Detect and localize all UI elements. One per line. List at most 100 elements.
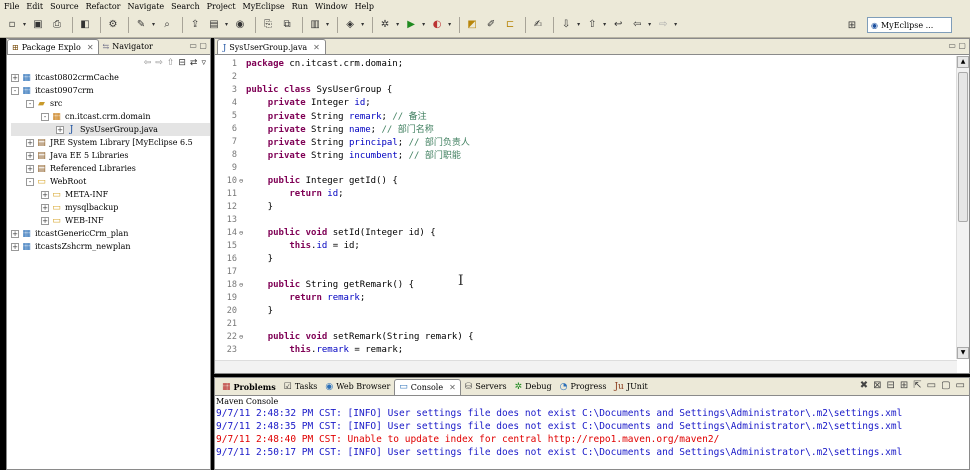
tab-debug[interactable]: ✲ Debug bbox=[511, 379, 556, 395]
expand-icon[interactable]: + bbox=[26, 151, 34, 160]
horizontal-scrollbar[interactable] bbox=[215, 360, 957, 373]
last-edit-icon[interactable]: ↩ bbox=[610, 17, 626, 33]
task-dropdown-icon[interactable]: ▾ bbox=[361, 21, 364, 28]
tree-item[interactable]: - ▰ src bbox=[11, 97, 210, 110]
save-icon[interactable]: ▣ bbox=[30, 17, 46, 33]
highlight-icon[interactable]: ✍ bbox=[530, 17, 546, 33]
minimize-maximize-icons[interactable]: ▭ ▢ bbox=[189, 41, 207, 50]
scroll-up-icon[interactable]: ▲ bbox=[957, 56, 969, 68]
close-icon[interactable]: ✕ bbox=[313, 43, 320, 52]
terminate-icon[interactable]: ✖ bbox=[860, 380, 868, 391]
scroll-down-icon[interactable]: ▼ bbox=[957, 347, 969, 359]
run-icon[interactable]: ▶ bbox=[403, 17, 419, 33]
up-icon[interactable]: ⇧ bbox=[167, 58, 175, 68]
tab-navigator[interactable]: ⇆ Navigator bbox=[99, 39, 157, 54]
next-annotation-dropdown-icon[interactable]: ▾ bbox=[577, 21, 580, 28]
perspective-button[interactable]: ◉ MyEclipse ... bbox=[867, 17, 952, 33]
tree-item[interactable]: + ▦ itcastGenericCrm_plan bbox=[11, 227, 210, 240]
open-file-icon[interactable]: ⧉ bbox=[279, 17, 295, 33]
tree-item[interactable]: + ▤ JRE System Library [MyEclipse 6.5 bbox=[11, 136, 210, 149]
tree-item[interactable]: + ▦ itcast0802crmCache bbox=[11, 71, 210, 84]
expand-icon[interactable]: + bbox=[41, 190, 49, 199]
new-class-icon[interactable]: ⎘ bbox=[260, 17, 276, 33]
expand-icon[interactable]: + bbox=[11, 229, 19, 238]
tree-item[interactable]: - ▭ WebRoot bbox=[11, 175, 210, 188]
expand-icon[interactable]: + bbox=[26, 138, 34, 147]
external-tools-dropdown-icon[interactable]: ▾ bbox=[448, 21, 451, 28]
browser-icon[interactable]: ◉ bbox=[232, 17, 248, 33]
wizard-icon[interactable]: ✎ bbox=[133, 17, 149, 33]
display-console-icon[interactable]: ▭ bbox=[927, 380, 936, 391]
menu-item-help[interactable]: Help bbox=[355, 2, 374, 11]
menu-item-navigate[interactable]: Navigate bbox=[127, 2, 164, 11]
tree-item[interactable]: + ▭ mysqlbackup bbox=[11, 201, 210, 214]
expand-icon[interactable]: + bbox=[11, 73, 19, 82]
vertical-scrollbar[interactable]: ▲ ▼ bbox=[956, 56, 969, 359]
new-dropdown-icon[interactable]: ▾ bbox=[23, 21, 26, 28]
tab-junit[interactable]: Ju JUnit bbox=[610, 379, 651, 395]
minimize-icon[interactable]: ▭ bbox=[956, 380, 965, 391]
collapse-all-icon[interactable]: ⊟ bbox=[178, 58, 186, 68]
back-icon[interactable]: ⇦ bbox=[629, 17, 645, 33]
pin-console-icon[interactable]: ⇱ bbox=[913, 380, 921, 391]
back-dropdown-icon[interactable]: ▾ bbox=[648, 21, 651, 28]
collapse-icon[interactable]: - bbox=[11, 86, 19, 95]
remove-launch-icon[interactable]: ⊠ bbox=[873, 380, 881, 391]
tab-servers[interactable]: ⛁ Servers bbox=[461, 379, 511, 395]
tab-package-explorer[interactable]: ⊞ Package Explo ✕ bbox=[7, 39, 99, 54]
forward-icon[interactable]: ⇨ bbox=[655, 17, 671, 33]
menu-item-file[interactable]: File bbox=[4, 2, 19, 11]
menu-item-myeclipse[interactable]: MyEclipse bbox=[243, 2, 285, 11]
menu-item-run[interactable]: Run bbox=[292, 2, 308, 11]
open-type-icon[interactable]: ◧ bbox=[77, 17, 93, 33]
expand-icon[interactable]: + bbox=[41, 216, 49, 225]
collapse-icon[interactable]: - bbox=[26, 177, 34, 186]
tree-item[interactable]: + J SysUserGroup.java bbox=[11, 123, 210, 136]
next-annotation-icon[interactable]: ⇩ bbox=[558, 17, 574, 33]
menu-item-window[interactable]: Window bbox=[315, 2, 348, 11]
prev-annotation-dropdown-icon[interactable]: ▾ bbox=[603, 21, 606, 28]
open-console-icon[interactable]: ▢ bbox=[941, 380, 950, 391]
console-output[interactable]: 9/7/11 2:48:32 PM CST: [INFO] User setti… bbox=[215, 407, 969, 459]
menu-item-source[interactable]: Source bbox=[50, 2, 79, 11]
task-icon[interactable]: ◈ bbox=[342, 17, 358, 33]
image-editor-icon[interactable]: ▥ bbox=[307, 17, 323, 33]
tree-item[interactable]: + ▤ Referenced Libraries bbox=[11, 162, 210, 175]
open-project-icon[interactable]: ◩ bbox=[464, 17, 480, 33]
deploy-icon[interactable]: ⇪ bbox=[187, 17, 203, 33]
server-dropdown-icon[interactable]: ▾ bbox=[225, 21, 228, 28]
debug-dropdown-icon[interactable]: ▾ bbox=[396, 21, 399, 28]
tree-item[interactable]: - ▦ cn.itcast.crm.domain bbox=[11, 110, 210, 123]
wizard-dropdown-icon[interactable]: ▾ bbox=[152, 21, 155, 28]
build-icon[interactable]: ⚙ bbox=[105, 17, 121, 33]
minimize-maximize-icons[interactable]: ▭ ▢ bbox=[948, 41, 966, 50]
image-editor-dropdown-icon[interactable]: ▾ bbox=[326, 21, 329, 28]
folder-open-icon[interactable]: ⊏ bbox=[502, 17, 518, 33]
tree-item[interactable]: + ▤ Java EE 5 Libraries bbox=[11, 149, 210, 162]
tab-console[interactable]: ▭ Console ✕ bbox=[394, 378, 461, 395]
view-menu-icon[interactable]: ▿ bbox=[201, 58, 206, 68]
remove-all-icon[interactable]: ⊟ bbox=[886, 380, 894, 391]
search-file-icon[interactable]: ⌕ bbox=[159, 17, 175, 33]
forward-icon[interactable]: ⇨ bbox=[155, 58, 163, 68]
tab-problems[interactable]: ▦ Problems bbox=[218, 379, 280, 395]
scroll-thumb[interactable] bbox=[958, 72, 968, 222]
menu-item-project[interactable]: Project bbox=[207, 2, 236, 11]
server-icon[interactable]: ▤ bbox=[206, 17, 222, 33]
tab-web-browser[interactable]: ◉ Web Browser bbox=[321, 379, 394, 395]
close-icon[interactable]: ✕ bbox=[87, 43, 94, 52]
tree-item[interactable]: + ▭ META-INF bbox=[11, 188, 210, 201]
print-icon[interactable]: ⎙ bbox=[49, 17, 65, 33]
run-dropdown-icon[interactable]: ▾ bbox=[422, 21, 425, 28]
open-perspective-icon[interactable]: ⊞ bbox=[844, 17, 860, 33]
collapse-icon[interactable]: - bbox=[41, 112, 49, 121]
menu-item-edit[interactable]: Edit bbox=[26, 2, 43, 11]
link-editor-icon[interactable]: ⇄ bbox=[190, 58, 198, 68]
expand-icon[interactable]: + bbox=[56, 125, 64, 134]
external-tools-icon[interactable]: ◐ bbox=[429, 17, 445, 33]
scroll-lock-icon[interactable]: ⊞ bbox=[900, 380, 908, 391]
tree-item[interactable]: - ▦ itcast0907crm bbox=[11, 84, 210, 97]
expand-icon[interactable]: + bbox=[26, 164, 34, 173]
tab-progress[interactable]: ◔ Progress bbox=[556, 379, 611, 395]
expand-icon[interactable]: + bbox=[11, 242, 19, 251]
